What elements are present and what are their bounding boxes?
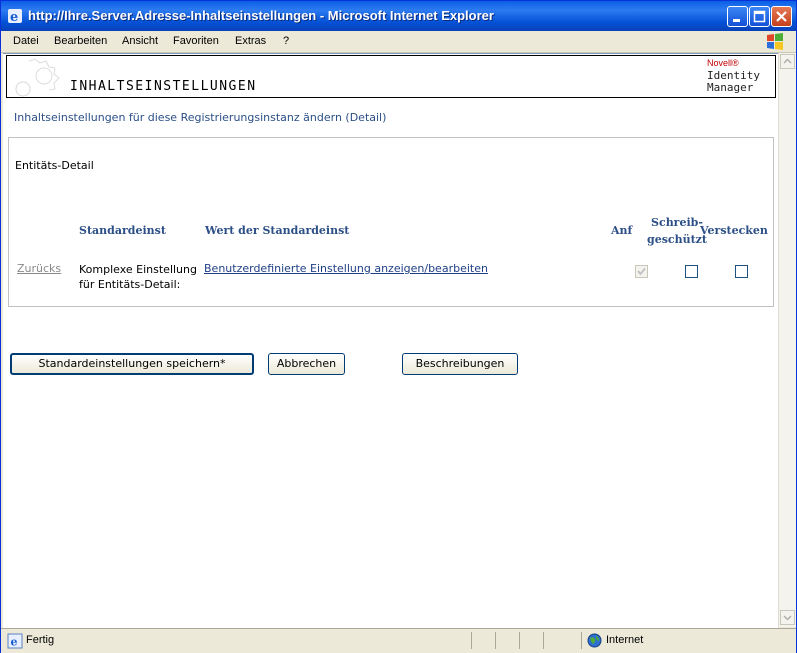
menu-ansicht[interactable]: Ansicht	[122, 35, 158, 47]
entity-detail-panel: Entitäts-Detail Standardeinst Wert der S…	[8, 137, 774, 307]
page-header: INHALTSEINSTELLUNGEN Novell® Identity Ma…	[6, 55, 776, 98]
page-subtitle: Inhaltseinstellungen für diese Registrie…	[14, 111, 387, 124]
page-viewport: INHALTSEINSTELLUNGEN Novell® Identity Ma…	[3, 53, 778, 628]
back-link[interactable]: Zurücks	[17, 262, 61, 275]
readonly-checkbox[interactable]	[685, 265, 698, 278]
setting-label: Komplexe Einstellung für Entitäts-Detail…	[79, 262, 197, 292]
descriptions-button[interactable]: Beschreibungen	[402, 353, 518, 375]
internet-explorer-icon: e	[8, 9, 22, 24]
menu-bearbeiten[interactable]: Bearbeiten	[54, 35, 107, 47]
close-button[interactable]	[771, 6, 792, 27]
status-bar: e Fertig Internet	[1, 628, 796, 653]
minimize-button[interactable]	[727, 6, 748, 27]
chevron-up-icon	[783, 58, 792, 64]
save-defaults-button[interactable]: Standardeinstellungen speichern*	[10, 353, 254, 375]
maximize-button[interactable]	[749, 6, 770, 27]
menu-extras[interactable]: Extras	[235, 35, 266, 47]
status-divider	[519, 632, 520, 649]
browser-window: e http://Ihre.Server.Adresse-Inhaltseins…	[0, 0, 797, 653]
menu-datei[interactable]: Datei	[13, 35, 39, 47]
product-name: Identity Manager	[707, 70, 760, 94]
setting-label-line2: für Entitäts-Detail:	[79, 278, 181, 291]
status-divider	[495, 632, 496, 649]
product-name-line2: Manager	[707, 81, 754, 94]
page-done-icon: e	[7, 633, 23, 649]
menu-bar: Datei Bearbeiten Ansicht Favoriten Extra…	[1, 31, 796, 53]
svg-text:e: e	[11, 636, 18, 649]
column-header-required: Anf	[611, 224, 633, 237]
menu-help[interactable]: ?	[283, 35, 289, 47]
scroll-up-button[interactable]	[780, 54, 795, 69]
status-divider	[581, 632, 582, 649]
svg-text:e: e	[10, 10, 18, 24]
minimize-icon	[733, 19, 740, 22]
gear-decoration-icon	[15, 58, 60, 97]
cancel-button[interactable]: Abbrechen	[268, 353, 345, 375]
column-header-hide: Verstecken	[700, 224, 768, 237]
status-divider	[543, 632, 544, 649]
status-text: Fertig	[26, 634, 55, 646]
windows-logo-icon	[767, 33, 783, 50]
view-edit-custom-setting-link[interactable]: Benutzerdefinierte Einstellung anzeigen/…	[204, 262, 488, 275]
menu-favoriten[interactable]: Favoriten	[173, 35, 219, 47]
close-icon	[776, 11, 787, 22]
required-checkbox[interactable]	[635, 265, 648, 278]
page-title: INHALTSEINSTELLUNGEN	[70, 79, 257, 94]
maximize-icon	[753, 10, 766, 23]
checkmark-icon	[637, 267, 646, 276]
setting-label-line1: Komplexe Einstellung	[79, 263, 197, 276]
scroll-down-button[interactable]	[780, 610, 795, 625]
column-header-readonly-line1: Schreib-	[651, 216, 703, 229]
security-zone-text: Internet	[606, 634, 644, 646]
column-header-readonly-line2: geschützt	[647, 233, 707, 246]
vertical-scrollbar[interactable]	[778, 53, 796, 627]
hide-checkbox[interactable]	[735, 265, 748, 278]
novell-logo: Novell®	[707, 58, 739, 68]
column-header-default-value: Wert der Standardeinst	[205, 224, 350, 237]
globe-icon	[587, 633, 602, 648]
status-divider	[471, 632, 472, 649]
title-bar: e http://Ihre.Server.Adresse-Inhaltseins…	[1, 1, 796, 31]
panel-title: Entitäts-Detail	[15, 159, 94, 172]
column-header-default-setting: Standardeinst	[79, 224, 166, 237]
window-title: http://Ihre.Server.Adresse-Inhaltseinste…	[28, 8, 494, 23]
column-header-readonly: Schreib- geschützt	[647, 214, 707, 248]
chevron-down-icon	[783, 615, 792, 621]
